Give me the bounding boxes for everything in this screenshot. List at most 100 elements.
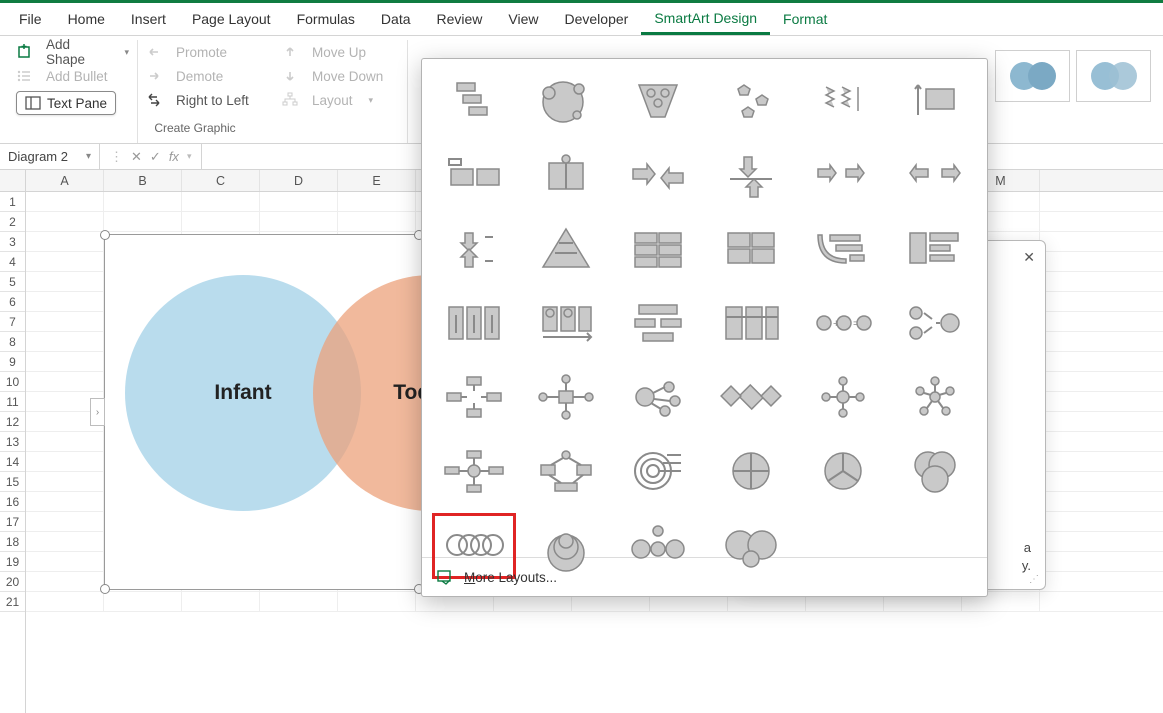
- tab-smartart-design[interactable]: SmartArt Design: [641, 4, 770, 35]
- tab-developer[interactable]: Developer: [552, 5, 642, 33]
- column-header[interactable]: C: [182, 170, 260, 191]
- rtl-button[interactable]: Right to Left: [146, 88, 266, 112]
- layout-item[interactable]: [524, 365, 608, 431]
- column-header[interactable]: E: [338, 170, 416, 191]
- layout-item[interactable]: +=: [801, 291, 885, 357]
- row-header[interactable]: 20: [0, 572, 25, 592]
- row-header[interactable]: 10: [0, 372, 25, 392]
- layout-item[interactable]: [893, 143, 977, 209]
- layout-item[interactable]: [893, 365, 977, 431]
- add-bullet-label: Add Bullet: [46, 69, 108, 84]
- row-header[interactable]: 4: [0, 252, 25, 272]
- layout-item[interactable]: [893, 217, 977, 283]
- layout-item[interactable]: [432, 69, 516, 135]
- layout-item[interactable]: [432, 143, 516, 209]
- layout-item[interactable]: [524, 217, 608, 283]
- row-header[interactable]: 17: [0, 512, 25, 532]
- tab-view[interactable]: View: [495, 5, 551, 33]
- resize-handle[interactable]: [100, 584, 110, 594]
- column-header[interactable]: A: [26, 170, 104, 191]
- layout-item[interactable]: [708, 439, 792, 505]
- layout-item[interactable]: [893, 439, 977, 505]
- layout-item[interactable]: [801, 439, 885, 505]
- layout-item[interactable]: [432, 365, 516, 431]
- row-header[interactable]: 2: [0, 212, 25, 232]
- text-pane-toggle[interactable]: ›: [90, 398, 105, 426]
- layout-gallery-popup: += MMore Layouts...ore Layouts...: [421, 58, 988, 597]
- style-thumb-1[interactable]: [995, 50, 1070, 102]
- layout-item[interactable]: [616, 439, 700, 505]
- layout-item[interactable]: [801, 217, 885, 283]
- select-all-corner[interactable]: [0, 170, 25, 192]
- row-header[interactable]: 12: [0, 412, 25, 432]
- layout-item[interactable]: [616, 291, 700, 357]
- row-header[interactable]: 13: [0, 432, 25, 452]
- row-header[interactable]: 21: [0, 592, 25, 612]
- formula-menu-icon[interactable]: ⋮: [110, 149, 123, 165]
- layout-item[interactable]: [432, 291, 516, 357]
- layout-item[interactable]: [616, 365, 700, 431]
- tab-page-layout[interactable]: Page Layout: [179, 5, 284, 33]
- layout-item[interactable]: [524, 69, 608, 135]
- row-header[interactable]: 1: [0, 192, 25, 212]
- style-thumb-2[interactable]: [1076, 50, 1151, 102]
- resize-handle[interactable]: [100, 230, 110, 240]
- row-header[interactable]: 14: [0, 452, 25, 472]
- chevron-down-icon[interactable]: ▾: [86, 151, 91, 162]
- layout-item[interactable]: [708, 291, 792, 357]
- fx-icon[interactable]: fx: [169, 149, 179, 164]
- layout-item[interactable]: [524, 439, 608, 505]
- layout-item[interactable]: [893, 69, 977, 135]
- arrow-right-icon: [146, 68, 162, 84]
- layout-item[interactable]: [708, 365, 792, 431]
- chevron-down-icon[interactable]: ▾: [187, 151, 192, 162]
- promote-label: Promote: [176, 45, 227, 60]
- row-header[interactable]: 19: [0, 552, 25, 572]
- row-header[interactable]: 8: [0, 332, 25, 352]
- add-shape-button[interactable]: Add Shape ▾: [16, 40, 129, 64]
- tab-file[interactable]: File: [6, 5, 55, 33]
- layout-item[interactable]: [524, 143, 608, 209]
- layout-item[interactable]: [708, 217, 792, 283]
- tab-home[interactable]: Home: [55, 5, 118, 33]
- layout-item[interactable]: [708, 143, 792, 209]
- row-header[interactable]: 3: [0, 232, 25, 252]
- row-header[interactable]: 16: [0, 492, 25, 512]
- row-header[interactable]: 7: [0, 312, 25, 332]
- row-header[interactable]: 9: [0, 352, 25, 372]
- tab-insert[interactable]: Insert: [118, 5, 179, 33]
- row-header[interactable]: 11: [0, 392, 25, 412]
- layout-item[interactable]: [893, 291, 977, 357]
- layout-item[interactable]: [708, 513, 792, 579]
- layout-item[interactable]: [708, 69, 792, 135]
- layout-item[interactable]: [801, 69, 885, 135]
- layout-item[interactable]: [616, 143, 700, 209]
- layout-item[interactable]: [801, 365, 885, 431]
- close-icon[interactable]: ✕: [1023, 249, 1035, 266]
- layout-label: Layout: [312, 93, 353, 108]
- layout-item[interactable]: [616, 69, 700, 135]
- tab-format[interactable]: Format: [770, 5, 840, 33]
- column-header[interactable]: B: [104, 170, 182, 191]
- layout-item[interactable]: [801, 143, 885, 209]
- row-header[interactable]: 5: [0, 272, 25, 292]
- row-header[interactable]: 18: [0, 532, 25, 552]
- tab-formulas[interactable]: Formulas: [284, 5, 368, 33]
- layout-item[interactable]: [616, 217, 700, 283]
- layout-item[interactable]: [432, 439, 516, 505]
- resize-grip-icon[interactable]: ⋰: [1029, 574, 1039, 585]
- panel-text-fragment: y.: [1022, 558, 1031, 573]
- layout-item[interactable]: [616, 513, 700, 579]
- tab-review[interactable]: Review: [424, 5, 496, 33]
- layout-item[interactable]: [524, 291, 608, 357]
- name-box[interactable]: Diagram 2 ▾: [0, 144, 100, 169]
- cancel-icon[interactable]: ✕: [131, 149, 142, 165]
- row-header[interactable]: 15: [0, 472, 25, 492]
- column-header[interactable]: D: [260, 170, 338, 191]
- text-pane-button[interactable]: Text Pane: [16, 91, 116, 115]
- row-header[interactable]: 6: [0, 292, 25, 312]
- enter-icon[interactable]: ✓: [150, 149, 161, 165]
- tab-data[interactable]: Data: [368, 5, 424, 33]
- demote-button: Demote: [146, 64, 266, 88]
- layout-item[interactable]: [432, 217, 516, 283]
